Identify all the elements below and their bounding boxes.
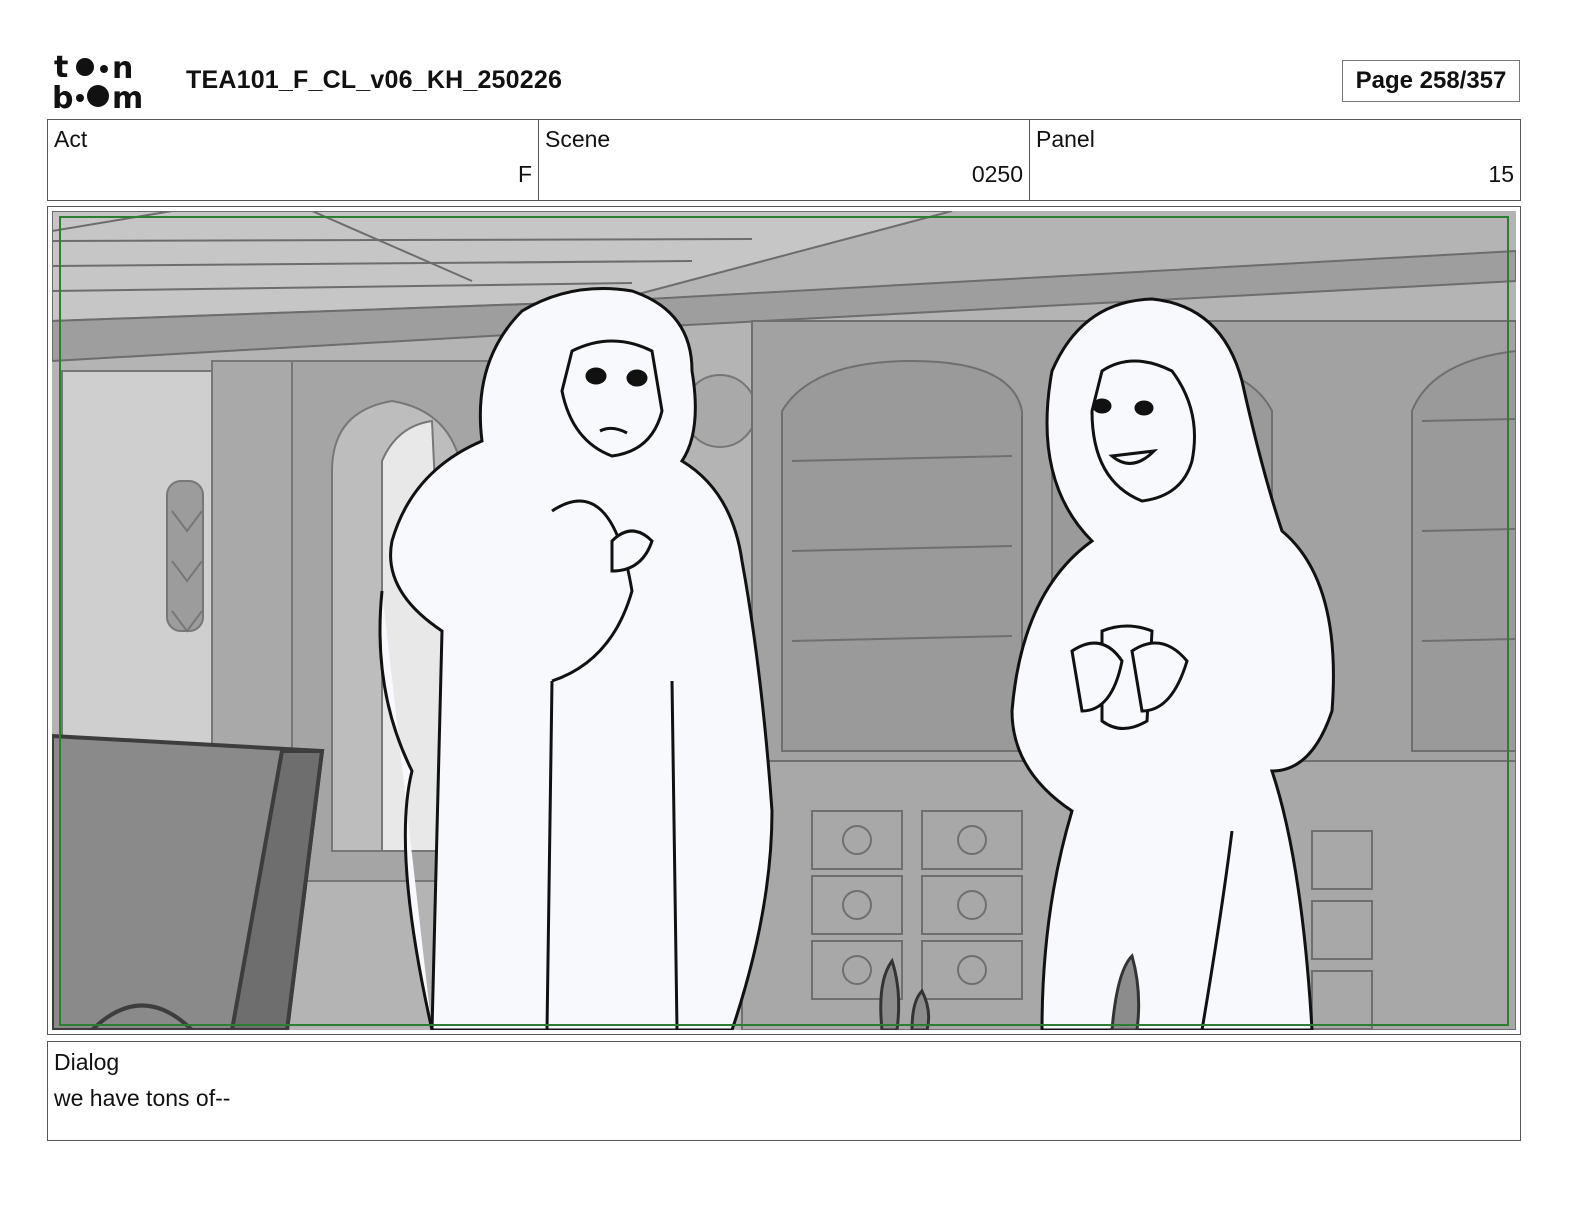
scene-cell: Scene 0250: [539, 120, 1030, 200]
svg-text:m: m: [112, 81, 143, 112]
storyboard-panel: [47, 206, 1521, 1035]
dialog-text: we have tons of--: [54, 1085, 231, 1111]
dialog-label: Dialog: [54, 1049, 120, 1075]
storyboard-drawing: [52, 211, 1516, 1030]
foreground-chair: [52, 733, 325, 1030]
toonboom-logo: t n b m: [52, 50, 143, 112]
svg-text:t: t: [54, 50, 68, 85]
shot-info-table: Act F Scene 0250 Panel 15: [47, 119, 1521, 201]
act-value: F: [517, 161, 532, 187]
dialog-box: Dialog we have tons of--: [47, 1041, 1521, 1141]
panel-label: Panel: [1036, 126, 1095, 152]
wall-lamp: [166, 480, 204, 633]
scene-label: Scene: [545, 126, 611, 152]
page-number: Page 258/357: [1342, 60, 1520, 102]
svg-text:b: b: [52, 81, 73, 112]
act-label: Act: [54, 126, 88, 152]
panel-value: 15: [1488, 161, 1514, 187]
scene-value: 0250: [971, 161, 1023, 187]
act-cell: Act F: [48, 120, 539, 200]
panel-cell: Panel 15: [1030, 120, 1520, 200]
document-title: TEA101_F_CL_v06_KH_250226: [186, 66, 563, 94]
